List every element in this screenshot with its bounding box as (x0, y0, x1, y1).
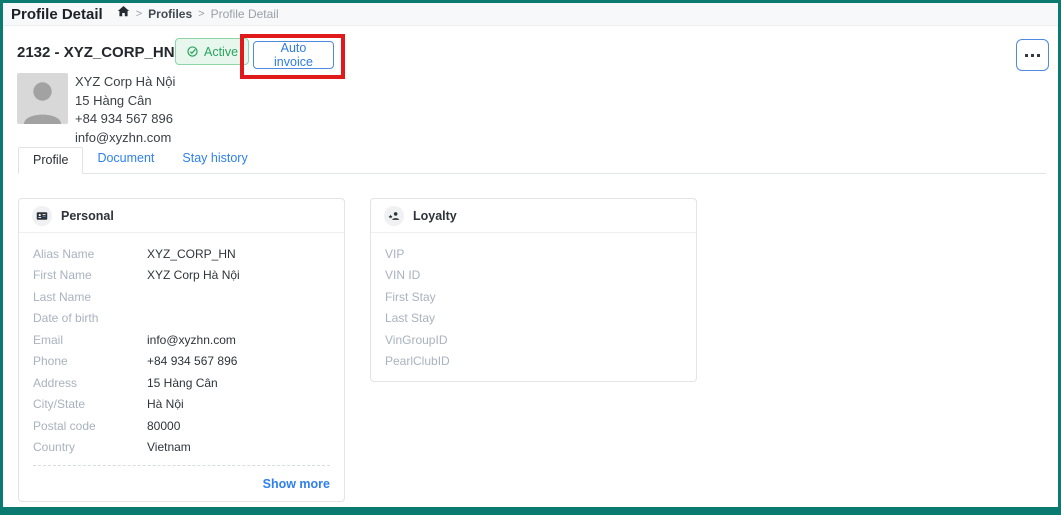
breadcrumb-separator: > (198, 8, 204, 20)
field-row: Alias Name XYZ_CORP_HN (33, 243, 330, 265)
breadcrumb-item-profile-detail: Profile Detail (211, 7, 279, 21)
field-label: VinGroupID (385, 333, 499, 347)
more-actions-button[interactable] (1016, 39, 1049, 71)
breadcrumb-separator: > (136, 8, 142, 20)
field-label: VIP (385, 247, 499, 261)
field-row: Phone +84 934 567 896 (33, 351, 330, 373)
field-label: Date of birth (33, 311, 147, 325)
breadcrumb-item-profiles[interactable]: Profiles (148, 7, 192, 21)
loyalty-member-icon (384, 206, 404, 226)
field-value: +84 934 567 896 (147, 354, 237, 368)
contact-info: XYZ Corp Hà Nội 15 Hàng Cân +84 934 567 … (75, 73, 175, 148)
field-value: Vietnam (147, 440, 191, 454)
field-label: VIN ID (385, 268, 499, 282)
status-label: Active (204, 45, 238, 59)
field-value: 80000 (147, 419, 180, 433)
field-label: Email (33, 333, 147, 347)
field-row: First Stay (385, 286, 682, 308)
field-label: Alias Name (33, 247, 147, 261)
contact-phone: +84 934 567 896 (75, 110, 175, 129)
id-card-icon (32, 206, 52, 226)
field-value: info@xyzhn.com (147, 333, 236, 347)
auto-invoice-button[interactable]: Auto invoice (253, 41, 334, 69)
field-row: VIP (385, 243, 682, 265)
breadcrumb-home[interactable] (117, 5, 130, 23)
breadcrumb-bar: Profile Detail > Profiles > Profile Deta… (3, 3, 1058, 26)
field-row: PearlClubID (385, 351, 682, 373)
field-value: XYZ_CORP_HN (147, 247, 236, 261)
field-row: VinGroupID (385, 329, 682, 351)
field-row: Last Stay (385, 308, 682, 330)
field-row: Country Vietnam (33, 437, 330, 459)
field-value: 15 Hàng Cân (147, 376, 218, 390)
contact-email: info@xyzhn.com (75, 129, 175, 148)
tab-document[interactable]: Document (83, 146, 168, 173)
field-label: First Stay (385, 290, 499, 304)
personal-card-header: Personal (19, 199, 344, 233)
field-row: Last Name (33, 286, 330, 308)
tab-profile[interactable]: Profile (18, 147, 83, 174)
contact-name: XYZ Corp Hà Nội (75, 73, 175, 92)
field-row: Postal code 80000 (33, 415, 330, 437)
page-title: Profile Detail (11, 6, 103, 23)
field-row: Email info@xyzhn.com (33, 329, 330, 351)
field-label: First Name (33, 268, 147, 282)
status-badge: Active (175, 38, 249, 65)
field-row: First Name XYZ Corp Hà Nội (33, 265, 330, 287)
profile-id: 2132 - XYZ_CORP_HN (17, 44, 175, 61)
field-label: Postal code (33, 419, 147, 433)
ellipsis-icon (1025, 54, 1040, 57)
field-label: Last Stay (385, 311, 499, 325)
field-label: Phone (33, 354, 147, 368)
field-label: City/State (33, 397, 147, 411)
field-row: Address 15 Hàng Cân (33, 372, 330, 394)
field-row: City/State Hà Nội (33, 394, 330, 416)
field-label: Last Name (33, 290, 147, 304)
personal-card: Personal Alias Name XYZ_CORP_HN First Na… (18, 198, 345, 502)
field-label: PearlClubID (385, 354, 499, 368)
field-value: Hà Nội (147, 397, 184, 411)
field-row: Date of birth (33, 308, 330, 330)
field-row: VIN ID (385, 265, 682, 287)
show-more-link[interactable]: Show more (33, 466, 330, 501)
personal-card-body: Alias Name XYZ_CORP_HN First Name XYZ Co… (19, 233, 344, 501)
card-title: Personal (61, 209, 114, 223)
tab-bar: Profile Document Stay history (18, 146, 1046, 174)
avatar (17, 73, 68, 124)
field-value: XYZ Corp Hà Nội (147, 268, 240, 282)
card-title: Loyalty (413, 209, 457, 223)
field-label: Address (33, 376, 147, 390)
loyalty-card-header: Loyalty (371, 199, 696, 233)
home-icon (117, 5, 130, 23)
contact-address: 15 Hàng Cân (75, 92, 175, 111)
tab-stay-history[interactable]: Stay history (168, 146, 261, 173)
app-window: Profile Detail > Profiles > Profile Deta… (0, 0, 1061, 515)
field-label: Country (33, 440, 147, 454)
loyalty-card-body: VIP VIN ID First Stay Last Stay VinGroup… (371, 233, 696, 381)
check-circle-icon (186, 45, 199, 58)
loyalty-card: Loyalty VIP VIN ID First Stay Last Stay … (370, 198, 697, 382)
